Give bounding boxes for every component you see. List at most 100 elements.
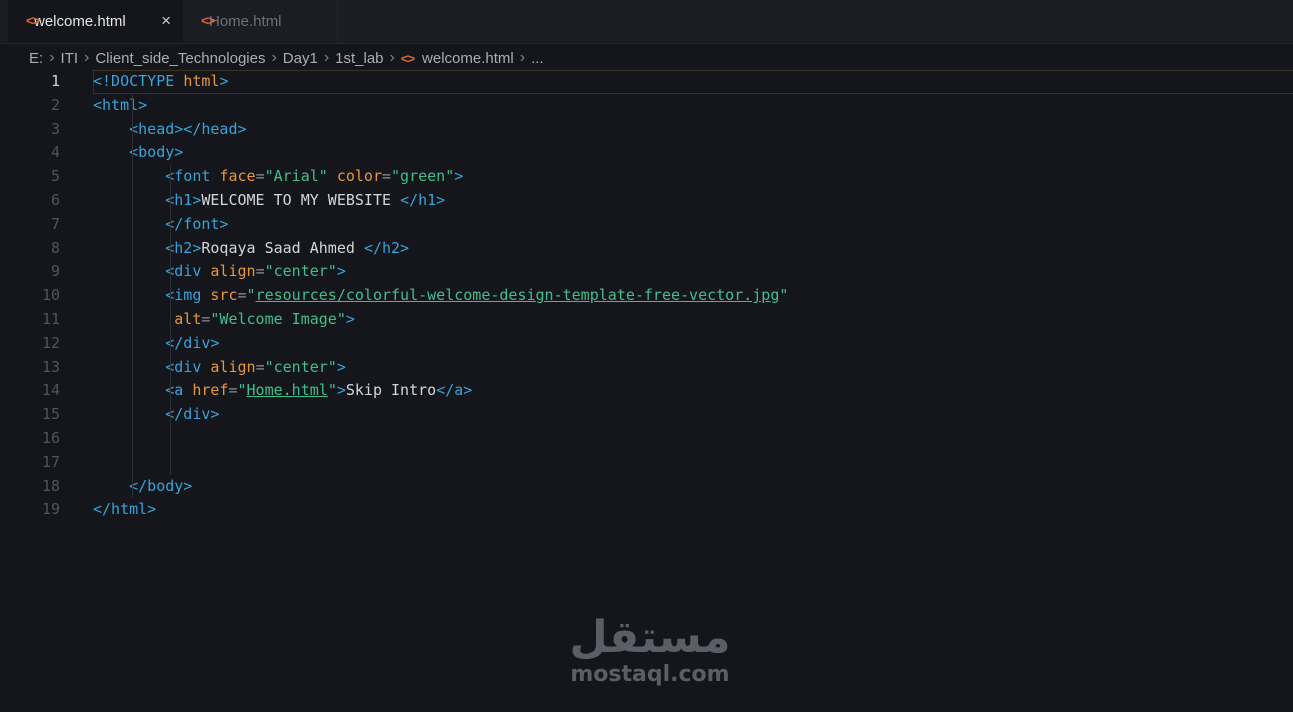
code-token: >: [219, 72, 229, 90]
code-token: =: [255, 262, 265, 281]
code-text: <!DOCTYPE html>: [93, 70, 228, 94]
breadcrumb-separator-icon: ›: [323, 49, 330, 66]
code-token: >: [336, 381, 346, 400]
code-token: ": [779, 286, 789, 305]
watermark-latin: mostaql.com: [570, 662, 730, 687]
tab-label: Home.html: [209, 13, 282, 30]
code-text: <img src="resources/colorful-welcome-des…: [93, 284, 788, 308]
code-token: </font>: [165, 214, 229, 233]
code-text: </div>: [93, 403, 219, 427]
code-line[interactable]: 15 </div>: [0, 403, 1293, 427]
breadcrumb-item[interactable]: E:: [29, 50, 43, 67]
code-token: >: [454, 167, 464, 186]
code-text: <font face="Arial" color="green">: [93, 165, 463, 189]
code-token: face: [219, 167, 256, 186]
code-token: Roqaya Saad Ahmed: [201, 238, 364, 257]
line-number: 9: [50, 262, 60, 281]
code-token: </a>: [436, 381, 473, 400]
line-number: 16: [41, 429, 60, 447]
code-token: <div: [165, 357, 211, 376]
code-token: </body>: [129, 476, 193, 495]
code-line[interactable]: 16: [0, 427, 1293, 451]
code-line[interactable]: 18 </body>: [0, 475, 1293, 499]
code-token: </h2>: [363, 238, 410, 257]
code-line[interactable]: 5 <font face="Arial" color="green">: [0, 165, 1293, 189]
code-line[interactable]: 10 <img src="resources/colorful-welcome-…: [0, 284, 1293, 308]
code-text: <html>: [93, 94, 147, 118]
code-token: =: [237, 286, 247, 305]
line-number: 2: [50, 95, 60, 114]
line-number: 6: [50, 191, 60, 209]
code-token: Skip Intro: [345, 381, 437, 400]
tab-home-html[interactable]: <> Home.html: [183, 0, 338, 43]
breadcrumb-item[interactable]: welcome.html: [422, 50, 514, 67]
line-number: 1: [50, 72, 60, 90]
code-line[interactable]: 8 <h2>Roqaya Saad Ahmed </h2>: [0, 237, 1293, 261]
code-text: </body>: [93, 475, 192, 499]
line-number: 7: [50, 214, 60, 233]
html-file-icon: <>: [26, 13, 40, 28]
code-token: =: [382, 167, 392, 186]
code-token: href: [192, 381, 229, 400]
code-token: >: [345, 310, 355, 328]
code-line[interactable]: 1 <!DOCTYPE html>: [0, 70, 1293, 94]
breadcrumb-separator-icon: ›: [84, 49, 90, 66]
code-token: =: [228, 381, 238, 400]
code-token: >: [336, 357, 346, 376]
line-number: 10: [41, 286, 60, 305]
code-line[interactable]: 7 </font>: [0, 213, 1293, 237]
breadcrumb-item[interactable]: ...: [531, 50, 544, 67]
code-text: </div>: [93, 332, 219, 356]
code-line[interactable]: 2 <html>: [0, 94, 1293, 118]
breadcrumb-item[interactable]: Client_side_Technologies: [95, 50, 265, 67]
line-number: 8: [50, 238, 60, 257]
code-token: <head></head>: [129, 119, 247, 138]
code-token: ": [237, 381, 247, 400]
code-line[interactable]: 17: [0, 451, 1293, 475]
breadcrumb-item[interactable]: Day1: [283, 50, 318, 67]
close-icon[interactable]: ×: [161, 11, 171, 31]
code-line[interactable]: 11 alt="Welcome Image">: [0, 308, 1293, 332]
code-text: </html>: [93, 498, 156, 522]
code-token: </html>: [93, 500, 157, 519]
code-text: <a href="Home.html">Skip Intro</a>: [93, 379, 472, 403]
code-text: </font>: [93, 213, 228, 237]
code-text: <body>: [93, 141, 183, 165]
breadcrumb-item[interactable]: 1st_lab: [335, 50, 383, 67]
line-number: 12: [41, 333, 60, 352]
code-token: =: [255, 167, 265, 186]
code-line[interactable]: 12 </div>: [0, 332, 1293, 356]
indent-guide: [131, 93, 133, 499]
code-token: resources/colorful-welcome-design-templa…: [255, 286, 780, 305]
code-line[interactable]: 14 <a href="Home.html">Skip Intro</a>: [0, 379, 1293, 403]
code-line[interactable]: 13 <div align="center">: [0, 356, 1293, 380]
code-line[interactable]: 9 <div align="center">: [0, 260, 1293, 284]
code-token: color: [336, 167, 382, 186]
breadcrumb: E: › ITI › Client_side_Technologies › Day1 › 1st…: [29, 47, 544, 69]
code-line[interactable]: 19 </html>: [0, 498, 1293, 522]
code-token: <body>: [129, 143, 184, 162]
code-line[interactable]: 4 <body>: [0, 141, 1293, 165]
code-token: ": [327, 381, 337, 400]
tab-welcome-html[interactable]: <> welcome.html ×: [8, 0, 183, 43]
code-line[interactable]: 3 <head></head>: [0, 118, 1293, 142]
code-editor[interactable]: 1 <!DOCTYPE html> 2 <html> 3 <head></head> 4 …: [0, 70, 1293, 530]
code-text: <head></head>: [93, 118, 247, 142]
code-token: =: [255, 357, 265, 376]
code-token: WELCOME TO MY WEBSITE: [201, 191, 401, 209]
code-token: src: [210, 286, 238, 305]
code-line[interactable]: 6 <h1>WELCOME TO MY WEBSITE </h1>: [0, 189, 1293, 213]
breadcrumb-item[interactable]: ITI: [61, 50, 79, 67]
breadcrumb-separator-icon: ›: [271, 49, 277, 66]
tab-label: welcome.html: [34, 13, 126, 30]
